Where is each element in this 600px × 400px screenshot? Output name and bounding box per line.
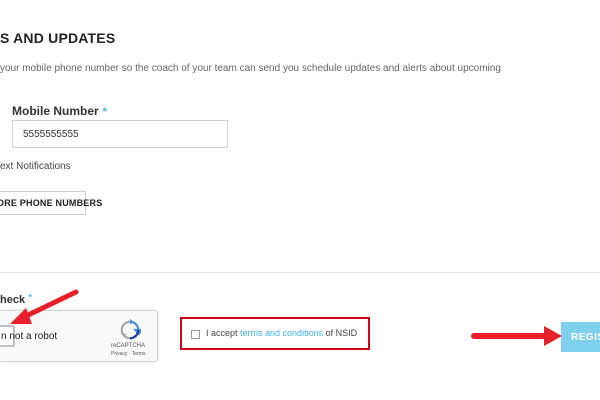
- terms-link[interactable]: terms and conditions: [240, 328, 323, 338]
- terms-acceptance-highlight: I accept terms and conditions of NSID: [180, 317, 370, 350]
- annotation-arrow-icon: [10, 289, 79, 324]
- terms-checkbox[interactable]: [191, 330, 200, 339]
- section-description: your mobile phone number so the coach of…: [0, 63, 501, 74]
- register-button[interactable]: REGIS: [561, 322, 600, 352]
- section-title: S AND UPDATES: [0, 30, 116, 46]
- section-divider: [0, 272, 600, 273]
- annotation-arrow-icon: [471, 326, 562, 346]
- add-more-phone-numbers-button[interactable]: ORE PHONE NUMBERS: [0, 191, 102, 215]
- mobile-number-label: Mobile Number *: [12, 104, 107, 118]
- recaptcha-logo-icon: [120, 319, 141, 340]
- recaptcha-privacy-terms[interactable]: Privacy - Terms: [111, 351, 145, 357]
- recaptcha-label: n not a robot: [1, 331, 58, 342]
- recaptcha-brand: reCAPTCHA: [111, 343, 146, 349]
- required-asterisk: *: [102, 106, 107, 118]
- terms-prefix: I accept: [206, 328, 241, 338]
- terms-suffix: of NSID: [323, 328, 358, 338]
- text-notifications-label: ext Notifications: [0, 161, 71, 172]
- terms-text: I accept terms and conditions of NSID: [206, 328, 357, 338]
- mobile-number-input[interactable]: [12, 120, 228, 148]
- mobile-number-label-text: Mobile Number: [12, 104, 99, 118]
